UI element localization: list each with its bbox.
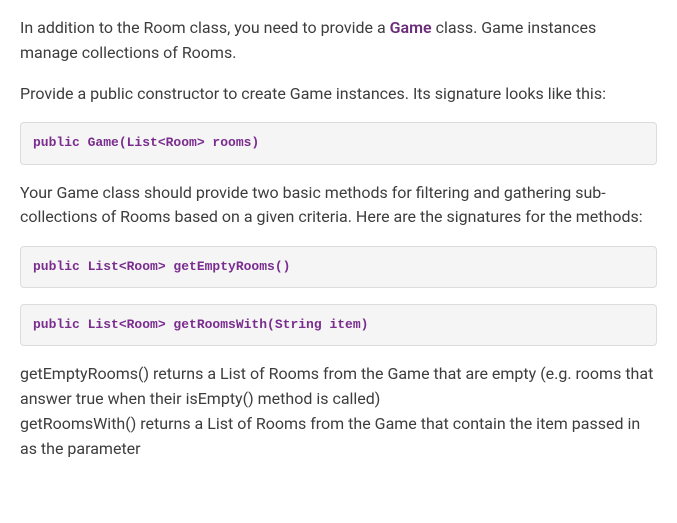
getroomswith-description: getRoomsWith() returns a List of Rooms f… <box>20 414 640 458</box>
methods-intro-paragraph: Your Game class should provide two basic… <box>20 181 657 231</box>
constructor-intro-paragraph: Provide a public constructor to create G… <box>20 82 657 107</box>
method-descriptions-paragraph: getEmptyRooms() returns a List of Rooms … <box>20 362 657 461</box>
code-constructor-signature: public Game(List<Room> rooms) <box>20 122 657 164</box>
code-getroomswith-signature: public List<Room> getRoomsWith(String it… <box>20 304 657 346</box>
getemptyrooms-description: getEmptyRooms() returns a List of Rooms … <box>20 364 653 408</box>
intro-text-prefix: In addition to the Room class, you need … <box>20 18 390 37</box>
keyword-game: Game <box>390 18 432 37</box>
code-getemptyrooms-signature: public List<Room> getEmptyRooms() <box>20 246 657 288</box>
intro-paragraph: In addition to the Room class, you need … <box>20 16 657 66</box>
